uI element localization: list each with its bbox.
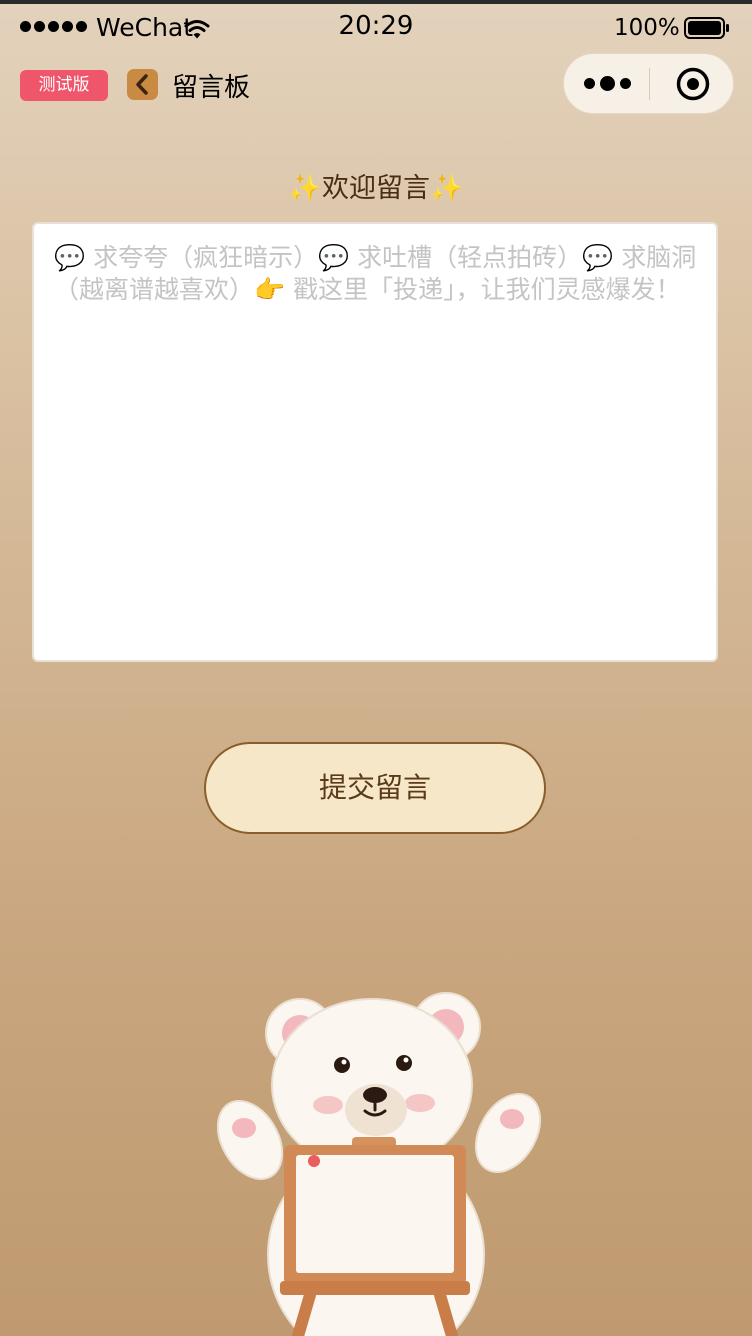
capsule-divider <box>649 68 650 100</box>
mini-program-capsule <box>563 53 734 114</box>
back-button[interactable] <box>127 69 158 100</box>
welcome-heading: ✨欢迎留言✨ <box>288 173 464 204</box>
bear-with-easel-illustration <box>216 992 542 1336</box>
test-version-badge: 测试版 <box>20 70 108 101</box>
battery-icon <box>684 17 729 39</box>
message-input-placeholder: 💬 求夸夸（疯狂暗示）💬 求吐槽（轻点拍砖）💬 求脑洞（越离谱越喜欢）👉 戳这里… <box>54 243 697 304</box>
submit-message-button[interactable]: 提交留言 <box>204 742 546 834</box>
close-target-icon[interactable] <box>676 67 710 101</box>
more-icon[interactable] <box>584 76 631 91</box>
message-input[interactable]: 💬 求夸夸（疯狂暗示）💬 求吐槽（轻点拍砖）💬 求脑洞（越离谱越喜欢）👉 戳这里… <box>32 222 718 662</box>
status-bar: WeChat 20:29 100% <box>0 4 752 48</box>
chevron-left-icon <box>136 74 148 95</box>
battery-percentage: 100% <box>614 15 680 41</box>
page-title: 留言板 <box>172 73 251 103</box>
